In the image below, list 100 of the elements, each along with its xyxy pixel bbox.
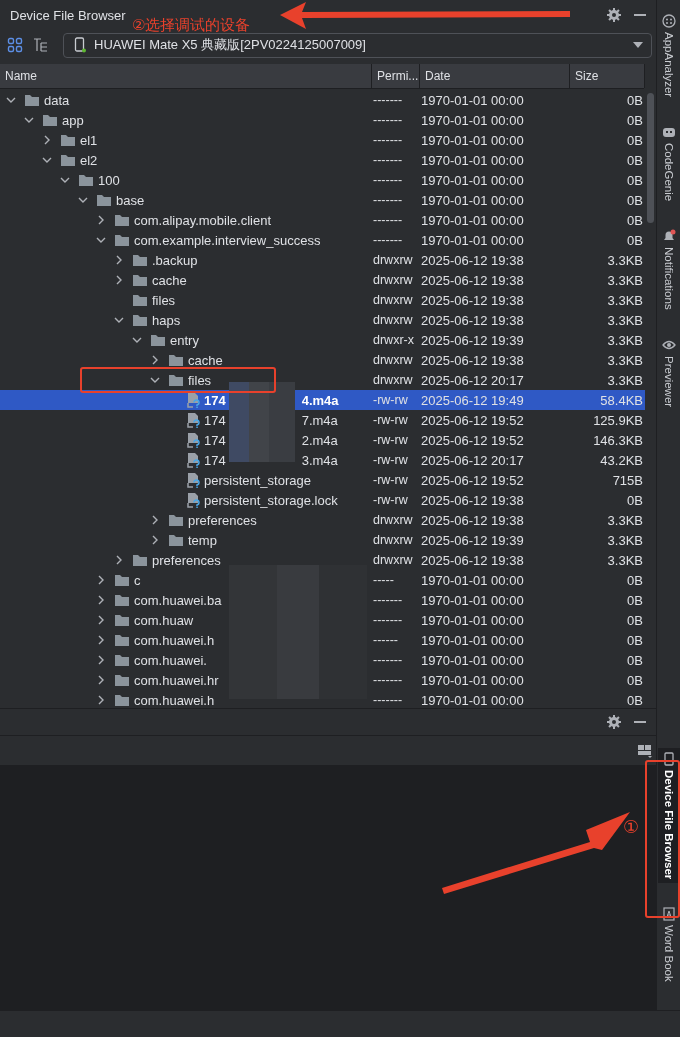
table-row[interactable]: cache drwxrw 2025-06-12 19:38 3.3KB <box>0 270 645 290</box>
chevron-down-icon[interactable] <box>132 335 142 345</box>
chevron-down-icon[interactable] <box>78 195 88 205</box>
table-row[interactable]: com.huawei.ba ------- 1970-01-01 00:00 0B <box>0 590 645 610</box>
settings-icon[interactable] <box>607 8 621 22</box>
sidebar-tab[interactable]: AppAnalyzer <box>657 10 680 102</box>
chevron-right-icon[interactable] <box>96 695 106 705</box>
table-row[interactable]: preferences drwxrw 2025-06-12 19:38 3.3KB <box>0 550 645 570</box>
table-row[interactable]: base ------- 1970-01-01 00:00 0B <box>0 190 645 210</box>
layout-icon[interactable] <box>638 743 652 758</box>
table-row[interactable]: persistent_storage.lock -rw-rw 2025-06-12 19:38 0B <box>0 490 645 510</box>
chevron-right-icon[interactable] <box>96 215 106 225</box>
table-row[interactable]: com.huawei.h ------ 1970-01-01 00:00 0B <box>0 630 645 650</box>
column-header[interactable]: Name <box>0 64 372 88</box>
chevron-down-icon[interactable] <box>6 95 16 105</box>
chevron-right-icon[interactable] <box>96 635 106 645</box>
table-row[interactable]: com.huawei.hr ------- 1970-01-01 00:00 0B <box>0 670 645 690</box>
table-row[interactable]: 100 ------- 1970-01-01 00:00 0B <box>0 170 645 190</box>
sidebar-tab[interactable]: Word Book <box>657 903 680 986</box>
chevron-right-icon[interactable] <box>96 595 106 605</box>
table-row[interactable]: el1 ------- 1970-01-01 00:00 0B <box>0 130 645 150</box>
size-cell-text: 715B <box>611 471 644 490</box>
table-row[interactable]: persistent_storage -rw-rw 2025-06-12 19:52 715B <box>0 470 645 490</box>
permission-cell-text: -rw-rw <box>372 392 409 409</box>
chevron-right-icon[interactable] <box>150 535 160 545</box>
device-dropdown[interactable]: HUAWEI Mate X5 典藏版[2PV0224125007009] <box>63 32 652 58</box>
folder-icon <box>168 353 184 367</box>
size-cell-text: 3.3KB <box>606 371 644 390</box>
chevron-right-icon[interactable] <box>42 135 52 145</box>
permission-cell-text: ------- <box>372 232 404 249</box>
chevron-down-icon[interactable] <box>24 115 34 125</box>
sidebar-tab[interactable]: Device File Browser <box>657 748 680 884</box>
table-row[interactable]: cache drwxrw 2025-06-12 19:38 3.3KB <box>0 350 645 370</box>
folder-name: el2 <box>80 152 98 168</box>
chevron-right-icon[interactable] <box>96 675 106 685</box>
chevron-right-icon[interactable] <box>150 515 160 525</box>
scrollbar[interactable] <box>647 93 654 223</box>
table-row[interactable]: 174 2.m4a -rw-rw 2025-06-12 19:52 146.3KB <box>0 430 645 450</box>
date-cell-text: 2025-06-12 19:52 <box>420 411 525 430</box>
table-row[interactable]: entry drwxr-x 2025-06-12 19:39 3.3KB <box>0 330 645 350</box>
settings-icon[interactable] <box>607 715 621 729</box>
folder-icon <box>114 573 130 587</box>
sidebar-tab[interactable]: Previewer <box>657 334 680 412</box>
sidebar-tab[interactable]: Notifications <box>657 225 680 315</box>
table-row[interactable]: el2 ------- 1970-01-01 00:00 0B <box>0 150 645 170</box>
tree-icon[interactable] <box>33 37 49 53</box>
table-row[interactable]: files drwxrw 2025-06-12 19:38 3.3KB <box>0 290 645 310</box>
folder-name: cache <box>188 352 223 368</box>
table-row[interactable]: 174 3.m4a -rw-rw 2025-06-12 20:17 43.2KB <box>0 450 645 470</box>
date-cell-text: 2025-06-12 19:39 <box>420 331 525 350</box>
sidebar-tab[interactable]: CodeGenie <box>657 121 680 206</box>
permission-cell-text: drwxrw <box>372 272 414 289</box>
table-row[interactable]: files drwxrw 2025-06-12 20:17 3.3KB <box>0 370 645 390</box>
folder-name: com.example.interview_success <box>134 232 321 248</box>
chevron-down-icon[interactable] <box>96 235 106 245</box>
table-row[interactable]: com.example.interview_success ------- 1970-01-01 00:00 0B <box>0 230 645 250</box>
table-row[interactable]: data ------- 1970-01-01 00:00 0B <box>0 90 645 110</box>
table-row[interactable]: temp drwxrw 2025-06-12 19:39 3.3KB <box>0 530 645 550</box>
permission-cell-text: drwxr-x <box>372 332 415 349</box>
size-cell-text: 0B <box>626 651 644 670</box>
date-cell-text: 2025-06-12 19:38 <box>420 271 525 290</box>
size-cell-text: 0B <box>626 691 644 708</box>
table-row[interactable]: preferences drwxrw 2025-06-12 19:38 3.3KB <box>0 510 645 530</box>
date-cell-text: 1970-01-01 00:00 <box>420 591 525 610</box>
table-row[interactable]: .backup drwxrw 2025-06-12 19:38 3.3KB <box>0 250 645 270</box>
grid-icon[interactable] <box>7 37 23 53</box>
file-name: persistent_storage <box>204 472 311 488</box>
permission-cell-text: -rw-rw <box>372 432 409 449</box>
date-cell-text: 1970-01-01 00:00 <box>420 131 525 150</box>
size-cell-text: 58.4KB <box>599 391 644 410</box>
chevron-right-icon[interactable] <box>114 275 124 285</box>
chevron-right-icon[interactable] <box>96 575 106 585</box>
column-header[interactable]: Permi... <box>372 64 420 88</box>
table-row[interactable]: app ------- 1970-01-01 00:00 0B <box>0 110 645 130</box>
chevron-right-icon[interactable] <box>96 615 106 625</box>
column-header[interactable]: Date <box>420 64 570 88</box>
chevron-right-icon[interactable] <box>114 555 124 565</box>
column-header[interactable]: Size <box>570 64 645 88</box>
size-cell-text: 0B <box>626 491 644 510</box>
size-cell-text: 3.3KB <box>606 251 644 270</box>
chevron-down-icon[interactable] <box>150 375 160 385</box>
table-row[interactable]: com.huaw ------- 1970-01-01 00:00 0B <box>0 610 645 630</box>
file-name: 3.m4a <box>301 452 338 468</box>
size-cell-text: 0B <box>626 231 644 250</box>
table-row[interactable]: com.huawei. ------- 1970-01-01 00:00 0B <box>0 650 645 670</box>
chevron-right-icon[interactable] <box>150 355 160 365</box>
chevron-right-icon[interactable] <box>96 655 106 665</box>
chevron-down-icon[interactable] <box>42 155 52 165</box>
date-cell-text: 2025-06-12 19:38 <box>420 311 525 330</box>
table-row[interactable]: com.alipay.mobile.client ------- 1970-01-01 00:00 0B <box>0 210 645 230</box>
table-row[interactable]: haps drwxrw 2025-06-12 19:38 3.3KB <box>0 310 645 330</box>
annotation-label: ① <box>623 816 640 838</box>
size-cell-text: 0B <box>626 211 644 230</box>
chevron-right-icon[interactable] <box>114 255 124 265</box>
chevron-down-icon[interactable] <box>60 175 70 185</box>
table-row[interactable]: 174 7.m4a -rw-rw 2025-06-12 19:52 125.9KB <box>0 410 645 430</box>
date-cell-text: 2025-06-12 19:38 <box>420 491 525 510</box>
table-row[interactable]: c ----- 1970-01-01 00:00 0B <box>0 570 645 590</box>
table-row[interactable]: com.huawei.h ------- 1970-01-01 00:00 0B <box>0 690 645 708</box>
chevron-down-icon[interactable] <box>114 315 124 325</box>
